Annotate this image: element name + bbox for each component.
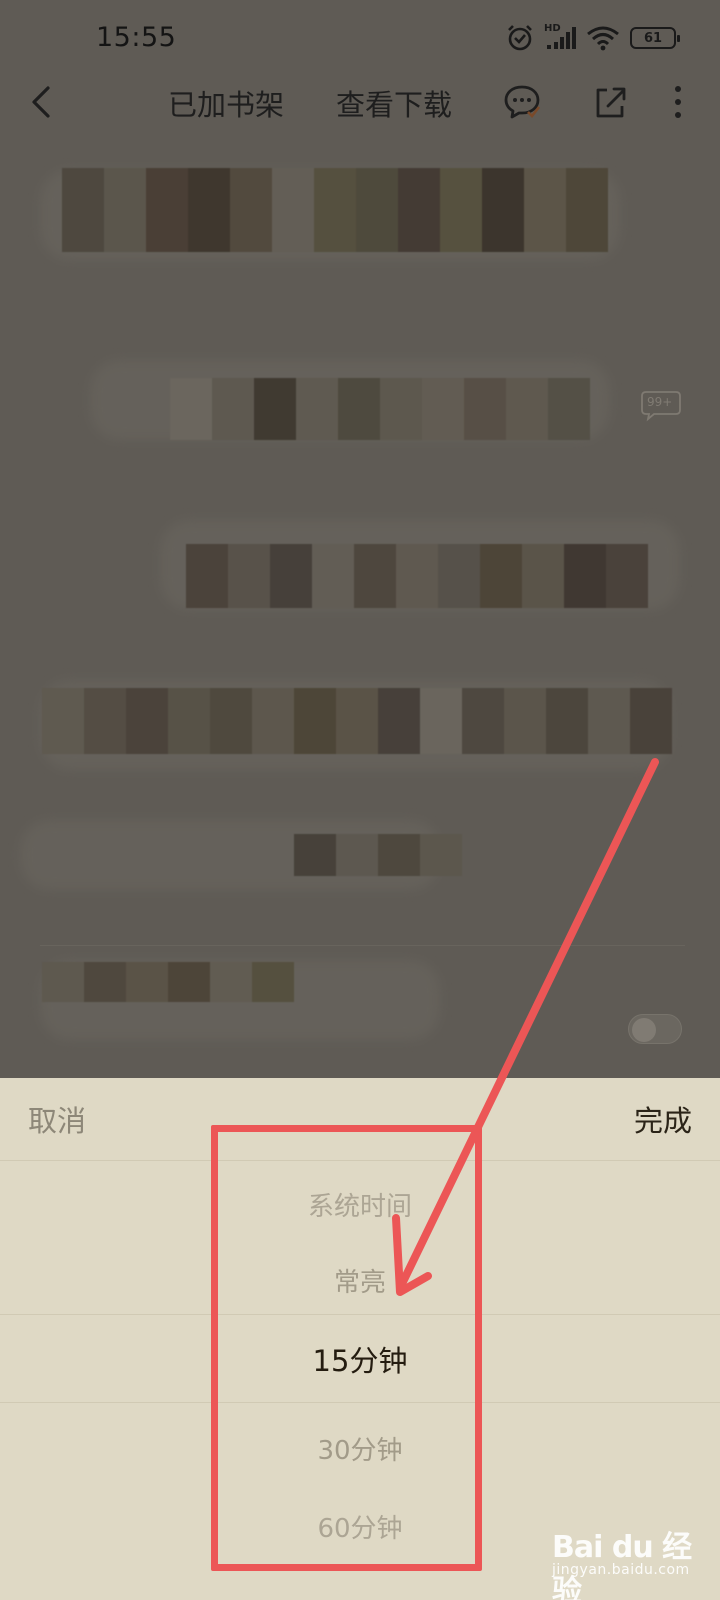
mosaic-block bbox=[42, 688, 672, 754]
share-icon[interactable] bbox=[592, 82, 628, 122]
mosaic-block bbox=[42, 962, 294, 1002]
toggle-knob bbox=[632, 1018, 656, 1042]
cancel-button[interactable]: 取消 bbox=[28, 1098, 86, 1140]
mosaic-block bbox=[294, 834, 462, 876]
comment-count-label: 99+ bbox=[647, 395, 673, 409]
battery-icon: 61 bbox=[630, 27, 680, 49]
cellular-signal-icon: HD bbox=[544, 23, 576, 51]
top-nav: 已加书架 查看下载 bbox=[0, 70, 720, 134]
divider bbox=[40, 945, 685, 946]
more-vertical-icon[interactable] bbox=[670, 82, 686, 122]
comment-icon[interactable] bbox=[502, 82, 542, 122]
added-to-shelf-button[interactable]: 已加书架 bbox=[168, 82, 284, 124]
back-arrow-icon[interactable] bbox=[24, 82, 60, 122]
status-bar: 15:55 HD 61 bbox=[0, 0, 720, 80]
watermark-brand: Bai du 经验 bbox=[552, 1530, 692, 1600]
mosaic-block bbox=[170, 378, 590, 440]
watermark-logo: Bai du 经验 jingyan.baidu.com bbox=[552, 1522, 702, 1600]
alarm-icon bbox=[508, 25, 532, 51]
mosaic-block bbox=[186, 544, 648, 608]
watermark-site: jingyan.baidu.com bbox=[552, 1562, 690, 1578]
highlight-box bbox=[211, 1125, 482, 1571]
status-time: 15:55 bbox=[96, 22, 177, 53]
obscured-content: 99+ bbox=[0, 140, 720, 1080]
toggle-switch[interactable] bbox=[628, 1014, 682, 1044]
mosaic-block bbox=[62, 168, 608, 252]
done-button[interactable]: 完成 bbox=[634, 1098, 692, 1140]
view-download-button[interactable]: 查看下载 bbox=[336, 82, 452, 124]
comment-count-badge[interactable]: 99+ bbox=[640, 388, 684, 426]
status-icons: HD 61 bbox=[506, 23, 680, 52]
battery-level: 61 bbox=[643, 30, 663, 46]
wifi-icon bbox=[587, 26, 619, 51]
